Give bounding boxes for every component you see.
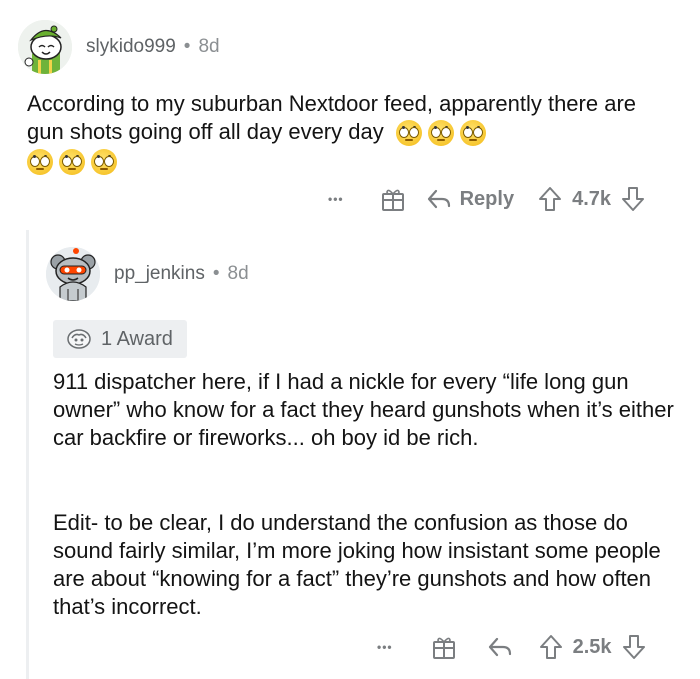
comment-body: According to my suburban Nextdoor feed, … xyxy=(27,90,667,176)
avatar-slykido999[interactable] xyxy=(18,20,72,74)
separator-dot: • xyxy=(212,263,220,284)
upvote-arrow-icon[interactable] xyxy=(538,186,562,212)
give-award-icon[interactable] xyxy=(431,634,457,660)
reply-button[interactable]: Reply xyxy=(460,188,514,211)
comment-meta: slykido999 • 8d xyxy=(86,36,220,58)
reply-icon[interactable] xyxy=(426,188,452,210)
eye-roll-emoji-icon xyxy=(59,149,85,176)
avatar-pp-jenkins[interactable] xyxy=(46,247,100,301)
give-award-icon[interactable] xyxy=(380,186,406,212)
reply-icon[interactable] xyxy=(487,636,513,658)
timestamp: 8d xyxy=(198,36,220,57)
vote-score: 2.5k xyxy=(572,635,612,658)
vote-score: 4.7k xyxy=(572,187,612,210)
award-badge[interactable]: 1 Award xyxy=(53,320,187,358)
username[interactable]: pp_jenkins xyxy=(114,263,205,285)
comment-actions: ••• 2.5k xyxy=(377,632,646,662)
downvote-arrow-icon[interactable] xyxy=(621,186,645,212)
eye-roll-emoji-icon xyxy=(395,120,422,147)
upvote-arrow-icon[interactable] xyxy=(539,634,563,660)
award-icon xyxy=(65,327,93,351)
comment-paragraph: Edit- to be clear, I do understand the c… xyxy=(53,510,661,619)
more-options-button[interactable]: ••• xyxy=(377,640,393,654)
comment-paragraph: 911 dispatcher here, if I had a nickle f… xyxy=(53,369,674,450)
separator-dot: • xyxy=(183,36,191,57)
snoo-avatar-icon xyxy=(18,20,72,74)
award-count: 1 Award xyxy=(101,327,173,350)
eye-roll-emoji-icon xyxy=(91,149,117,176)
eye-roll-emoji-icon xyxy=(27,149,53,176)
eye-roll-emoji-icon xyxy=(427,120,454,147)
comment-meta: pp_jenkins • 8d xyxy=(114,263,249,285)
username[interactable]: slykido999 xyxy=(86,36,176,58)
snoo-avatar-icon xyxy=(46,247,100,301)
comment-actions: ••• Reply 4.7k xyxy=(328,184,645,214)
thread-line[interactable] xyxy=(26,230,29,679)
more-options-button[interactable]: ••• xyxy=(328,192,344,206)
eye-roll-emoji-icon xyxy=(459,120,486,147)
comment-text: According to my suburban Nextdoor feed, … xyxy=(27,91,637,144)
timestamp: 8d xyxy=(227,263,249,284)
downvote-arrow-icon[interactable] xyxy=(622,634,646,660)
